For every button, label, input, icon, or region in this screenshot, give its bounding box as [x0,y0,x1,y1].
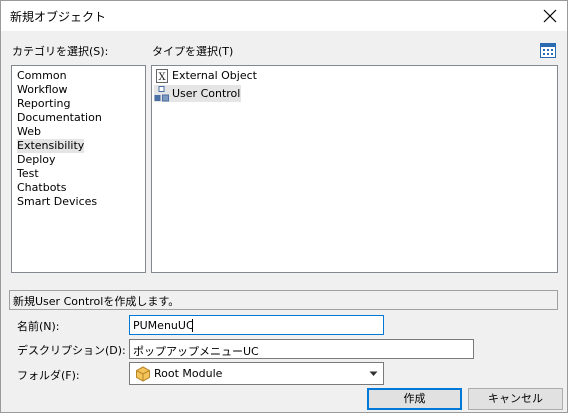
folder-select[interactable]: Root Module [129,362,384,385]
svg-text:X: X [158,72,166,83]
name-label: 名前(N): [17,320,60,333]
description-input-value: ポップアップメニューUC [133,345,259,358]
chevron-down-icon [369,371,378,376]
folder-label: フォルダ(F): [17,369,80,382]
category-item-deploy[interactable]: Deploy [17,153,56,167]
external-object-icon: X [156,69,168,83]
description-label: デスクリプション(D): [17,344,126,357]
user-control-icon [154,86,169,102]
category-item-documentation[interactable]: Documentation [17,111,102,125]
close-icon[interactable] [539,5,561,27]
type-item-external-object[interactable]: X External Object [154,67,257,84]
category-item-workflow[interactable]: Workflow [17,83,68,97]
category-item-test[interactable]: Test [17,167,39,181]
category-item-smart-devices[interactable]: Smart Devices [17,195,97,209]
status-text: 新規User Controlを作成します。 [13,295,180,308]
category-item-reporting[interactable]: Reporting [17,97,70,111]
calendar-view-icon[interactable] [540,42,556,58]
folder-select-value: Root Module [154,367,223,380]
text-caret [192,319,193,332]
category-item-web[interactable]: Web [17,125,41,139]
category-list[interactable]: Common Workflow Reporting Documentation … [11,65,146,273]
category-item-common[interactable]: Common [17,69,67,83]
dialog-title: 新規オブジェクト [10,10,107,24]
type-item-label: External Object [172,69,257,82]
type-item-user-control[interactable]: User Control [154,85,241,102]
category-label: カテゴリを選択(S): [12,45,109,58]
name-input-value: PUMenuUC [133,319,194,332]
cancel-button[interactable]: キャンセル [468,388,563,410]
type-label: タイプを選択(T) [152,45,234,58]
type-list[interactable]: X External Object User Control [151,65,558,273]
name-input[interactable]: PUMenuUC [129,315,384,335]
module-icon [136,366,150,382]
category-item-chatbots[interactable]: Chatbots [17,181,66,195]
create-button[interactable]: 作成 [367,388,462,410]
type-item-label: User Control [172,87,241,100]
description-input[interactable]: ポップアップメニューUC [129,339,474,359]
status-bar: 新規User Controlを作成します。 [9,290,558,310]
new-object-dialog: 新規オブジェクト カテゴリを選択(S): タイプを選択(T) Common Wo… [0,0,568,413]
title-bar: 新規オブジェクト [1,1,567,31]
category-item-extensibility[interactable]: Extensibility [17,139,85,153]
